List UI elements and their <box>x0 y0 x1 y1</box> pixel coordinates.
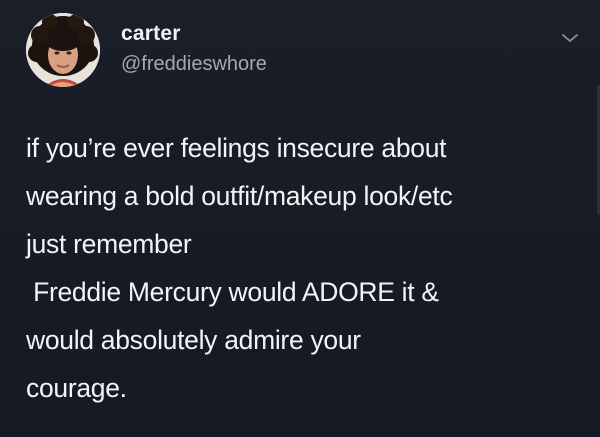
tweet-header: carter @freddieswhore <box>0 0 600 100</box>
tweet-text-line: just remember <box>26 229 192 259</box>
tweet-more-button[interactable] <box>558 30 582 46</box>
author-display-name[interactable]: carter <box>121 22 181 46</box>
tweet-text-line: Freddie Mercury would ADORE it & <box>26 277 439 307</box>
tweet-text-line: if you’re ever feelings insecure about <box>26 133 447 163</box>
avatar[interactable] <box>26 13 100 87</box>
tweet-card: carter @freddieswhore if you’re ever fee… <box>0 0 600 437</box>
tweet-text-line: courage. <box>26 373 127 403</box>
tweet-text-line: wearing a bold outfit/makeup look/etc <box>26 181 453 211</box>
chevron-down-icon <box>562 34 578 42</box>
tweet-text: if you’re ever feelings insecure about w… <box>26 124 581 412</box>
tweet-text-line: would absolutely admire your <box>26 325 361 355</box>
author-handle[interactable]: @freddieswhore <box>121 53 267 76</box>
profile-photo-icon <box>26 13 100 87</box>
